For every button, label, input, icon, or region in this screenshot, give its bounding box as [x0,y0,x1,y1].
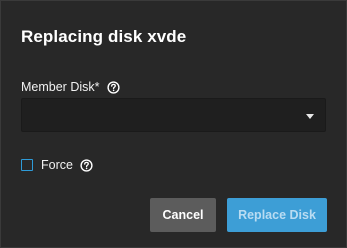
member-disk-label: Member Disk* [21,80,100,94]
force-row: Force [21,158,93,172]
force-label: Force [41,158,73,172]
member-disk-label-row: Member Disk* [21,80,120,94]
force-help-icon[interactable] [80,158,93,172]
force-checkbox[interactable] [21,159,33,171]
cancel-button[interactable]: Cancel [150,198,216,232]
replace-disk-dialog: Replacing disk xvde Member Disk* Force C… [0,0,347,248]
member-disk-help-icon[interactable] [106,80,120,94]
dialog-title: Replacing disk xvde [21,27,187,46]
dropdown-arrow-icon [306,114,314,119]
replace-disk-button[interactable]: Replace Disk [227,198,327,232]
member-disk-select[interactable] [21,98,326,132]
